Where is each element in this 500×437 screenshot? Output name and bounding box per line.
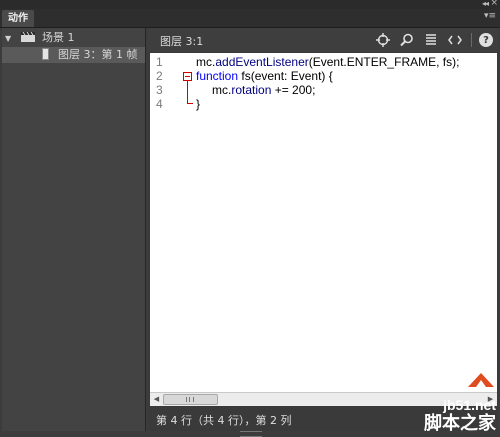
code-line-3: mc.rotation += 200; [212, 83, 316, 97]
script-toolbar: 图层 3:1 ? [148, 28, 498, 52]
scroll-thumb[interactable] [163, 394, 218, 405]
close-icon[interactable]: × [490, 0, 498, 8]
tree-item-scene[interactable]: ▼ 场景 1 [5, 30, 75, 46]
line-number-gutter: 1 2 3 4 [150, 53, 172, 393]
line-number: 1 [156, 55, 163, 69]
scroll-left-icon[interactable]: ◀ [151, 394, 162, 405]
layer-frame-icon [42, 48, 49, 60]
code-line-2: function fs(event: Event) { [196, 69, 333, 83]
watermark-text: 脚本之家 [424, 413, 496, 434]
code-brackets-icon[interactable] [445, 31, 465, 49]
watermark-logo-icon [468, 373, 494, 387]
scroll-grip-icon [186, 397, 194, 402]
line-number: 2 [156, 69, 163, 83]
line-number: 4 [156, 97, 163, 111]
code-editor[interactable]: 1 2 3 4 mc.addEventListener(Event.ENTER_… [150, 53, 497, 406]
collapse-panel-icon[interactable]: ◂◂ [482, 0, 489, 8]
window-top-strip: ◂◂ × [0, 0, 500, 9]
scene-clapper-icon [20, 32, 35, 42]
target-icon[interactable] [373, 31, 393, 49]
script-title: 图层 3:1 [160, 35, 204, 48]
line-number: 3 [156, 83, 163, 97]
search-icon[interactable] [397, 31, 417, 49]
status-bar: 第 4 行（共 4 行），第 2 列 [156, 414, 292, 427]
tree-item-layer-frame[interactable]: 图层 3：第 1 帧 [2, 47, 145, 63]
keyword-function: function [196, 69, 239, 83]
layer-frame-label: 图层 3：第 1 帧 [58, 48, 138, 61]
panel-resize-handle[interactable] [240, 431, 262, 437]
panel-menu-icon[interactable]: ▾≡ [484, 11, 496, 21]
tab-bar: 动作 ▾≡ [0, 9, 500, 28]
script-navigator: ▼ 场景 1 图层 3：第 1 帧 [2, 28, 146, 431]
watermark: jb51.net 脚本之家 [370, 367, 500, 437]
scene-label: 场景 1 [42, 31, 75, 44]
format-code-icon[interactable] [421, 31, 441, 49]
expand-arrow-icon[interactable]: ▼ [5, 31, 15, 47]
fold-guide-end [187, 103, 193, 104]
fold-collapse-icon[interactable] [183, 72, 192, 81]
fold-guide-line [187, 81, 188, 103]
toolbar-separator [471, 33, 472, 47]
code-line-1: mc.addEventListener(Event.ENTER_FRAME, f… [196, 55, 460, 69]
tab-actions[interactable]: 动作 [2, 10, 34, 27]
help-icon[interactable]: ? [476, 31, 496, 49]
code-line-4: } [196, 97, 201, 111]
